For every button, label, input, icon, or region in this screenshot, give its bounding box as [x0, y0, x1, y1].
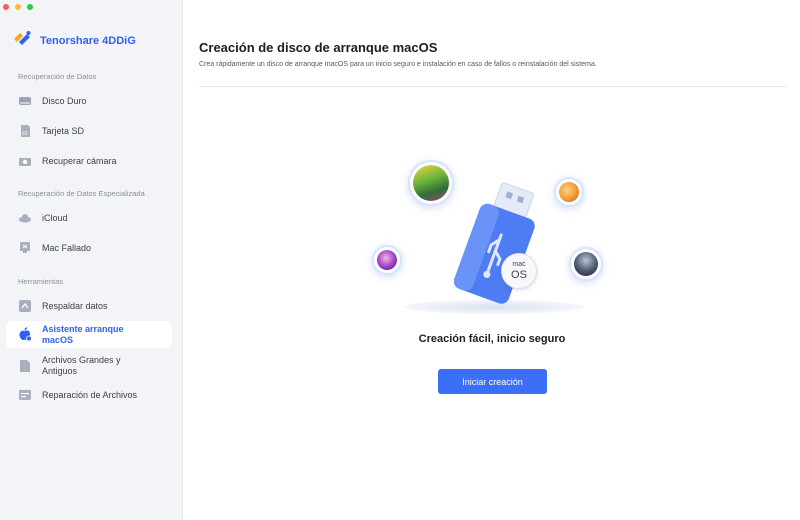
headline: Creación fácil, inicio seguro: [418, 333, 566, 345]
macos-big-sur-badge-icon: [569, 247, 603, 281]
page-title: Creación de disco de arranque macOS: [199, 40, 438, 55]
minimize-window-button[interactable]: [15, 4, 21, 10]
sidebar-item-tarjeta-sd[interactable]: SD Tarjeta SD: [6, 118, 172, 144]
sidebar-item-label: Asistente arranque macOS: [42, 323, 124, 345]
sd-card-icon: SD: [18, 124, 32, 138]
macos-ventura-badge-icon: [554, 177, 584, 207]
window-controls: [3, 4, 33, 10]
hard-drive-icon: [18, 94, 32, 108]
divider: [199, 86, 787, 87]
sidebar-item-label: Archivos Grandes y Antiguos: [42, 355, 121, 376]
sidebar-item-archivos-grandes[interactable]: Archivos Grandes y Antiguos: [6, 352, 172, 380]
sidebar-item-recuperar-camara[interactable]: Recuperar cámara: [6, 148, 172, 174]
file-repair-icon: [18, 388, 32, 402]
sidebar-item-label: Reparación de Archivos: [42, 389, 138, 400]
sidebar-item-disco-duro[interactable]: Disco Duro: [6, 88, 172, 114]
brand: Tenorshare 4DDiG: [12, 30, 136, 51]
app-name: Tenorshare 4DDiG: [40, 34, 136, 47]
sidebar-item-label: Respaldar datos: [42, 300, 108, 311]
close-window-button[interactable]: [3, 4, 9, 10]
sidebar-item-icloud[interactable]: iCloud: [6, 205, 172, 231]
crashed-mac-icon: [18, 241, 32, 255]
zoom-window-button[interactable]: [27, 4, 33, 10]
start-creation-button[interactable]: Iniciar creación: [438, 369, 547, 394]
camera-icon: [18, 154, 32, 168]
sidebar-item-mac-fallado[interactable]: Mac Fallado: [6, 235, 172, 261]
hero-illustration: mac OS: [364, 150, 624, 330]
sidebar-item-label: Mac Fallado: [42, 242, 92, 253]
sidebar-item-respaldar-datos[interactable]: Respaldar datos: [6, 293, 172, 319]
macos-monterey-badge-icon: [372, 245, 402, 275]
section-label-recuperacion: Recuperación de Datos: [18, 72, 97, 81]
macos-label-line2: OS: [511, 269, 527, 281]
sidebar-item-label: Recuperar cámara: [42, 155, 117, 166]
sidebar-item-label: iCloud: [42, 212, 68, 223]
backup-icon: [18, 299, 32, 313]
apple-icon: [18, 327, 32, 342]
sidebar-item-label: Tarjeta SD: [42, 125, 85, 136]
section-label-especializada: Recuperación de Datos Especializada: [18, 189, 145, 198]
macos-label-badge: mac OS: [501, 253, 537, 289]
page-subtitle: Crea rápidamente un disco de arranque ma…: [199, 61, 597, 68]
cloud-icon: [18, 211, 32, 225]
sidebar-item-asistente-arranque[interactable]: Asistente arranque macOS: [6, 321, 172, 348]
svg-text:SD: SD: [22, 131, 28, 136]
macos-label-line1: mac: [512, 261, 526, 268]
usb-drive-icon: [439, 178, 549, 308]
sidebar-item-label: Disco Duro: [42, 95, 87, 106]
main-panel: Creación de disco de arranque macOS Crea…: [184, 0, 800, 520]
section-label-herramientas: Herramientas: [18, 277, 64, 286]
sidebar: Tenorshare 4DDiG Recuperación de Datos D…: [0, 0, 183, 520]
file-icon: [18, 359, 32, 373]
app-logo-icon: [12, 30, 32, 51]
sidebar-item-reparacion-archivos[interactable]: Reparación de Archivos: [6, 382, 172, 408]
